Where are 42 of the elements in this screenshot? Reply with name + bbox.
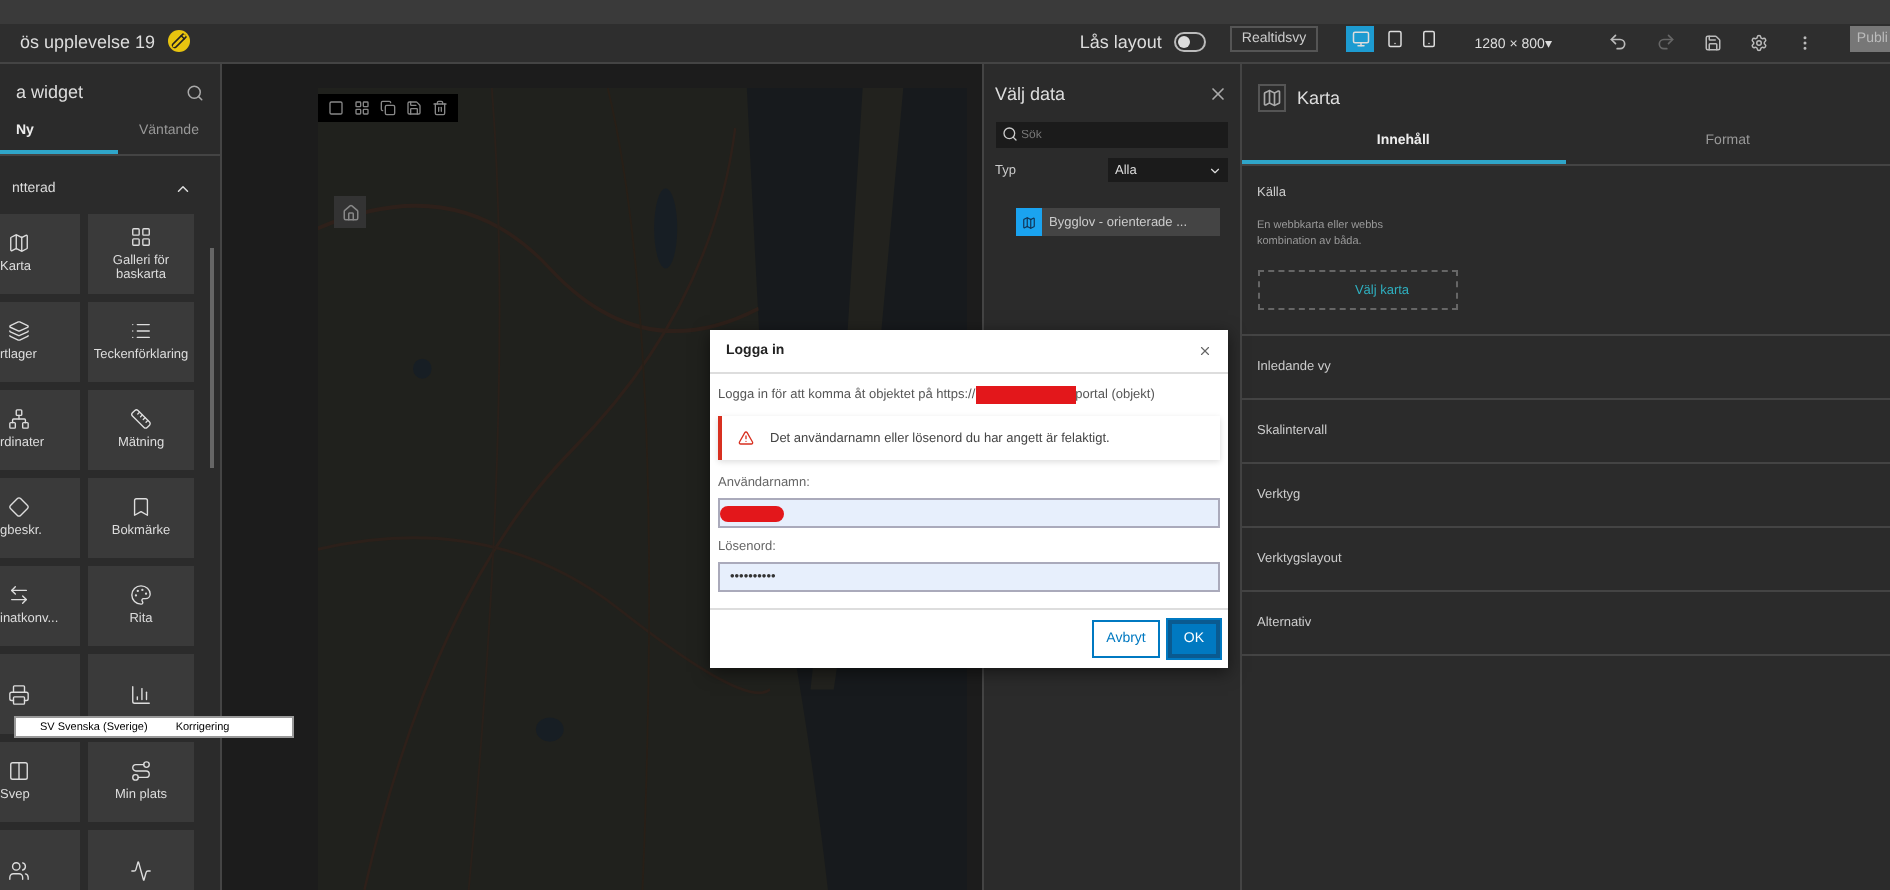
username-field[interactable]: [718, 498, 1220, 528]
search-icon: [1001, 126, 1017, 142]
chevron-up-icon: [174, 180, 192, 198]
map-tool-icon[interactable]: [354, 100, 370, 116]
map-icon: [1257, 84, 1285, 112]
lock-layout-label: Lås layout: [1079, 32, 1162, 52]
arrows-icon: [8, 584, 30, 607]
lock-layout-toggle[interactable]: [1173, 32, 1206, 52]
map-tool-icon[interactable]: [406, 100, 422, 116]
map-icon: [8, 232, 30, 255]
map-tool-icon[interactable]: [432, 100, 448, 116]
bar-chart-icon: [130, 683, 152, 705]
close-icon[interactable]: [1198, 344, 1212, 358]
bookmark-icon: [130, 496, 152, 519]
home-icon: [341, 203, 359, 221]
network-icon: [8, 408, 30, 431]
layers-icon: [8, 320, 30, 343]
palette-icon: [130, 584, 152, 607]
home-button[interactable]: [334, 196, 366, 228]
map-tool-icon[interactable]: [328, 100, 344, 116]
route-icon: [130, 760, 152, 783]
diamond-icon: [8, 496, 30, 519]
search-icon[interactable]: [186, 83, 204, 101]
redaction-mark: [720, 505, 784, 521]
warning-icon: [738, 430, 754, 446]
map-icon: [1015, 208, 1041, 236]
printer-icon: [8, 683, 30, 705]
columns-icon: [8, 760, 30, 783]
close-icon[interactable]: [1207, 84, 1227, 104]
desktop-icon[interactable]: [1346, 26, 1375, 52]
grid-icon: [130, 225, 152, 248]
panel-title: Välj data: [995, 84, 1066, 104]
edit-icon[interactable]: [167, 30, 190, 52]
chevron-down-icon: [1207, 163, 1221, 177]
pulse-icon: [130, 859, 152, 881]
panel-title: a widget: [16, 82, 84, 102]
redaction-mark: [975, 386, 1076, 404]
people-icon: [8, 859, 30, 881]
map-tool-icon[interactable]: [380, 100, 396, 116]
ruler-icon: [130, 408, 152, 431]
panel-title: Karta: [1297, 88, 1341, 108]
app-title: ös upplevelse 19: [20, 32, 156, 52]
